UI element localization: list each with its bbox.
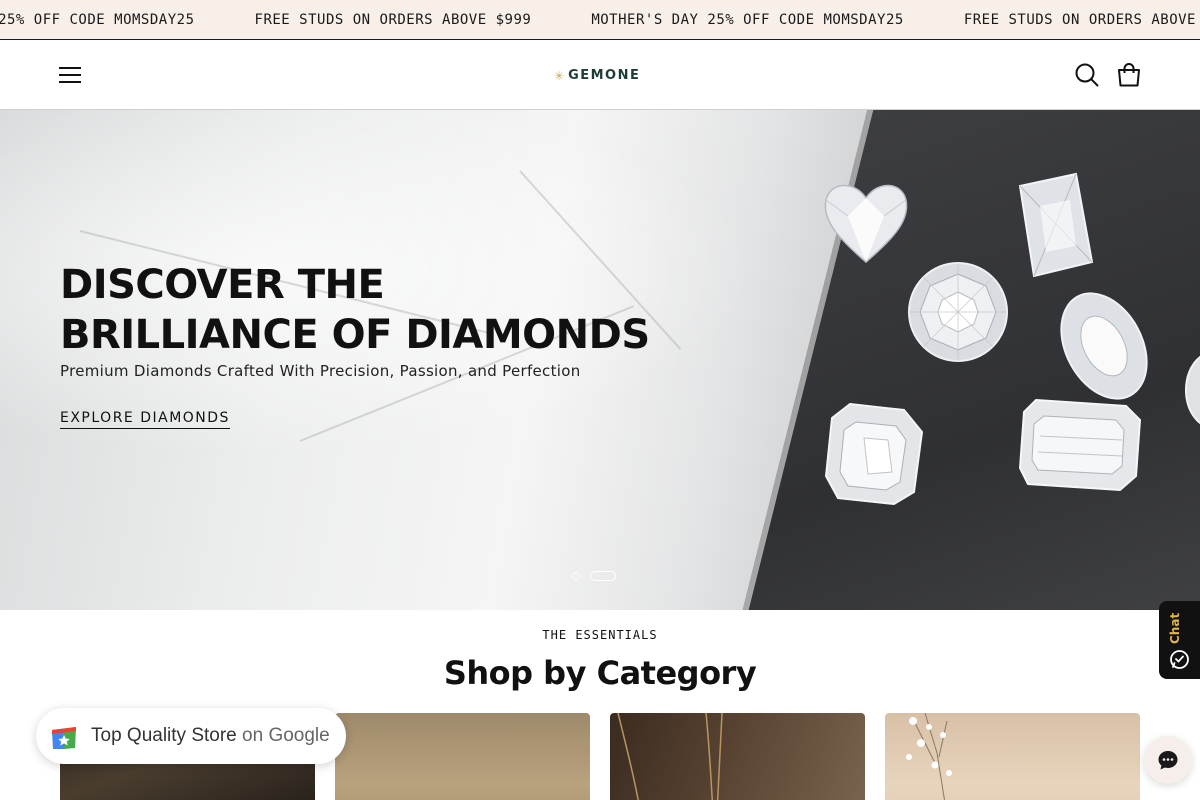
announcement-bar: MOTHER'S DAY 25% OFF CODE MOMSDAY25 FREE… bbox=[0, 0, 1200, 40]
hero-title: DISCOVER THE BRILLIANCE OF DIAMONDS bbox=[60, 260, 650, 360]
search-button[interactable] bbox=[1074, 62, 1100, 88]
category-card[interactable] bbox=[885, 713, 1140, 800]
logo-text: GEMONE bbox=[568, 68, 641, 83]
category-section: THE ESSENTIALS Shop by Category bbox=[0, 610, 1200, 800]
partial-diamond-image bbox=[1185, 355, 1200, 425]
announcement-message: MOTHER'S DAY 25% OFF CODE MOMSDAY25 bbox=[591, 12, 904, 28]
logo-diamond-icon: ✳ bbox=[554, 68, 565, 83]
hamburger-icon bbox=[59, 74, 81, 76]
announcement-message: FREE STUDS ON ORDERS ABOVE $999 bbox=[254, 12, 532, 28]
whatsapp-icon bbox=[1170, 650, 1189, 669]
slider-pagination bbox=[572, 571, 616, 581]
emerald-diamond-image bbox=[1018, 398, 1142, 492]
oval-diamond-image bbox=[1060, 292, 1148, 400]
menu-button[interactable] bbox=[56, 62, 84, 88]
slide-dot[interactable] bbox=[572, 572, 580, 580]
category-card[interactable] bbox=[610, 713, 865, 800]
search-icon bbox=[1075, 63, 1099, 87]
hamburger-icon bbox=[59, 67, 81, 69]
hero-subtitle: Premium Diamonds Crafted With Precision,… bbox=[60, 362, 581, 380]
round-diamond-image bbox=[908, 262, 1008, 362]
badge-label: Top Quality Store bbox=[91, 725, 237, 746]
hero-title-line: DISCOVER THE bbox=[60, 262, 385, 308]
badge-suffix: on Google bbox=[242, 725, 330, 746]
announcement-message: FREE STUDS ON ORDERS ABOVE $999 bbox=[963, 12, 1200, 28]
section-eyebrow: THE ESSENTIALS bbox=[542, 628, 658, 642]
shopping-bag-icon bbox=[1118, 63, 1140, 87]
chat-tab-label: Chat bbox=[1168, 612, 1182, 644]
necklace-chain-image bbox=[617, 713, 723, 800]
chat-bubble-icon bbox=[1158, 751, 1178, 770]
hero-banner: DISCOVER THE BRILLIANCE OF DIAMONDS Prem… bbox=[0, 110, 1200, 610]
site-header: ✳ GEMONE bbox=[0, 40, 1200, 110]
google-top-quality-badge[interactable]: Top Quality Store on Google bbox=[36, 708, 346, 764]
chat-side-tab[interactable]: Chat bbox=[1159, 601, 1200, 679]
flowers-image bbox=[906, 713, 952, 800]
badge-text: Top Quality Store on Google bbox=[91, 725, 330, 747]
slide-dot-active[interactable] bbox=[590, 571, 616, 581]
explore-diamonds-link[interactable]: EXPLORE DIAMONDS bbox=[60, 410, 230, 429]
category-card[interactable] bbox=[335, 713, 590, 800]
asscher-diamond-image bbox=[824, 402, 924, 506]
google-shopping-bag-icon bbox=[52, 727, 76, 749]
chat-launcher-button[interactable] bbox=[1144, 736, 1192, 784]
announcement-track: MOTHER'S DAY 25% OFF CODE MOMSDAY25 FREE… bbox=[0, 0, 1200, 39]
heart-diamond-image bbox=[824, 184, 908, 263]
site-logo[interactable]: ✳ GEMONE bbox=[554, 68, 640, 83]
hero-title-line: BRILLIANCE OF DIAMONDS bbox=[60, 312, 650, 358]
princess-diamond-image bbox=[1018, 172, 1094, 278]
section-title: Shop by Category bbox=[443, 654, 757, 692]
hamburger-icon bbox=[59, 81, 81, 83]
announcement-message: MOTHER'S DAY 25% OFF CODE MOMSDAY25 bbox=[0, 12, 195, 28]
cart-button[interactable] bbox=[1116, 62, 1142, 88]
